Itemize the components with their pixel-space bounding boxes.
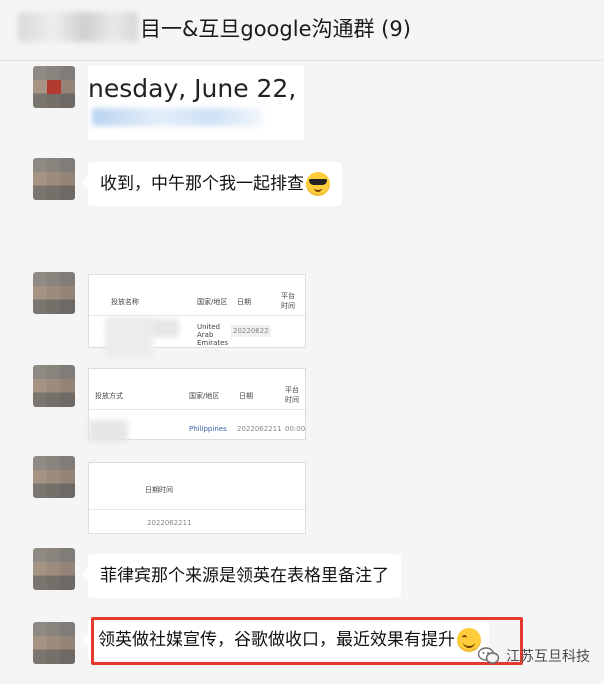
table-date: 2022062211 [237,425,282,433]
table-header-cell: 平台时间 [285,386,299,404]
image-date-text: nesday, June 22, 2 [88,74,304,103]
table-divider [89,509,305,510]
table-date: 20220622 [231,325,271,337]
table-header-cell: 国家/地区 [189,392,220,400]
blurred-region [92,108,262,126]
table-header-cell: 日期时间 [145,486,173,494]
table-divider [89,409,305,410]
table-header-cell: 平台时间 [281,292,295,310]
avatar[interactable] [33,365,75,407]
table-header-cell: 国家/地区 [197,298,228,306]
table-header-cell: 投放方式 [95,392,123,400]
sunglasses-emoji-icon [306,172,330,196]
wechat-icon [477,647,500,665]
chat-header: 目一&互旦google沟通群 (9) [0,0,604,61]
blurred-group-avatar [18,12,138,42]
avatar[interactable] [33,456,75,498]
table-header-cell: 日期 [239,392,253,400]
avatar[interactable] [33,66,75,108]
chat-title[interactable]: 目一&互旦google沟通群 (9) [140,13,411,43]
watermark: 江苏互旦科技 [477,646,590,666]
watermark-text: 江苏互旦科技 [506,649,590,665]
message-text: 收到，中午那个我一起排查 [100,174,304,194]
blurred-overlay [105,318,153,358]
table-header-cell: 投放名称 [111,298,139,306]
table-date: 2022062211 [147,519,192,527]
table-country: Philippines [189,425,227,433]
avatar[interactable] [33,272,75,314]
table-country: United Arab Emirates [197,323,229,347]
blurred-overlay [88,420,128,442]
table-divider [89,315,305,316]
chat-bubble[interactable]: 菲律宾那个来源是领英在表格里备注了 [82,554,401,598]
table-header-cell: 日期 [237,298,251,306]
avatar[interactable] [33,622,75,664]
avatar[interactable] [33,548,75,590]
table-time: 00:00 [285,425,306,433]
highlight-box [91,617,523,665]
avatar[interactable] [33,158,75,200]
image-message[interactable]: nesday, June 22, 2 [88,66,304,140]
chat-bubble[interactable]: 收到，中午那个我一起排查 [82,162,342,206]
image-message[interactable]: 日期时间 2022062211 [88,462,306,534]
message-text: 菲律宾那个来源是领英在表格里备注了 [100,566,389,586]
